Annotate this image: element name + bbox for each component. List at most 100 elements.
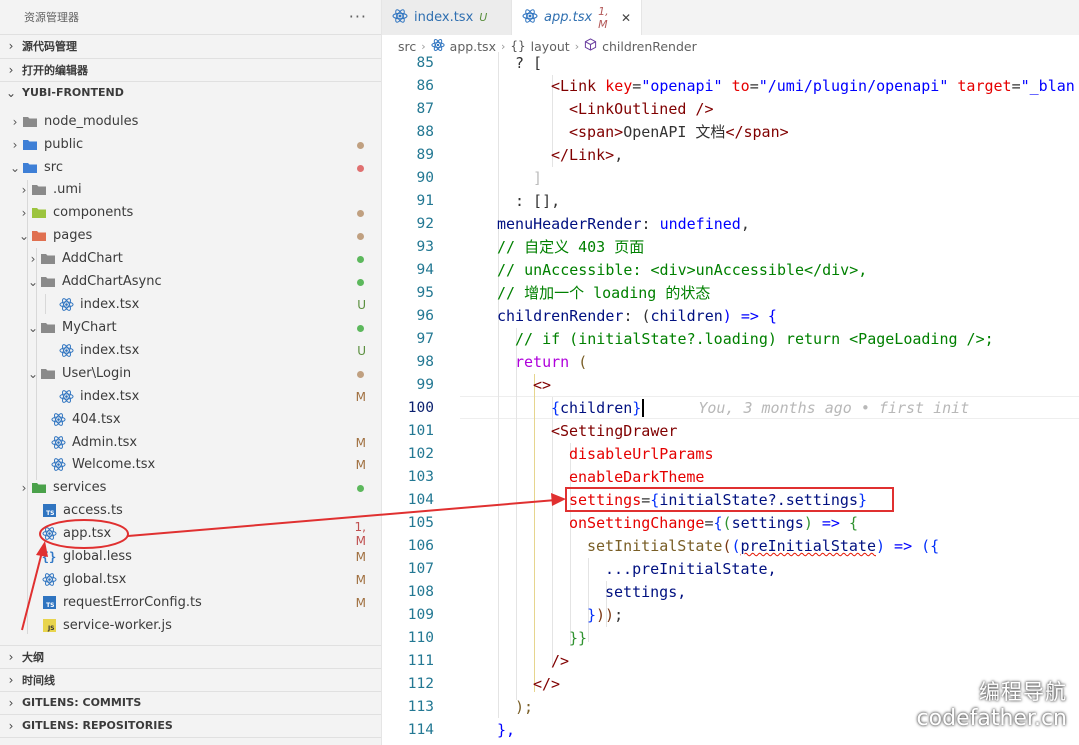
tree-item[interactable]: › node_modules [0,110,381,133]
chevron-down-icon: ⌄ [27,320,39,335]
line-number: 99 [416,377,434,393]
tree-item[interactable]: › AddChart [0,247,381,270]
line-number: 95 [416,285,434,301]
tab-index-tsx[interactable]: index.tsx U [382,0,512,35]
close-icon[interactable]: ✕ [621,11,631,25]
folder-icon [31,205,47,221]
chevron-down-icon: ⌄ [9,160,21,175]
react-icon [522,8,538,28]
tree-item[interactable]: ⌄ AddChartAsync [0,270,381,293]
line-number: 93 [416,239,434,255]
chevron-right-icon: › [500,39,506,53]
code-line: <SettingDrawer [551,422,678,440]
code-line: menuHeaderRender: undefined, [497,215,750,233]
tree-item-label: .umi [53,182,82,197]
tree-item[interactable]: {} global.less M [0,545,381,568]
folder-icon [40,366,56,382]
tree-item[interactable]: JS service-worker.js [0,614,381,637]
react-icon [41,526,57,542]
code-line: ] [533,169,543,187]
tree-item[interactable]: TS access.ts [0,499,381,522]
git-status: M [355,435,366,450]
tree-item[interactable]: › services [0,476,381,499]
tree-item[interactable]: index.tsx M [0,385,381,408]
git-status: M [355,572,366,587]
chevron-right-icon: › [421,39,426,53]
code-line: settings, [605,583,687,601]
explorer-title: 资源管理器 [24,10,79,24]
section-label: 打开的编辑器 [22,63,88,77]
code-line: ); [515,698,534,716]
tree-item[interactable]: › public [0,133,381,156]
line-number: 114 [407,722,434,738]
code-line: return ( [515,353,588,371]
react-icon [50,457,66,473]
annotation-box [565,487,894,512]
tab-badge: U [479,11,488,24]
section-project[interactable]: ⌄ YUBI-FRONTEND [0,81,381,103]
tree-item[interactable]: ⌄ src [0,156,381,179]
line-number: 102 [407,446,434,462]
more-actions-icon[interactable]: ··· [349,7,367,26]
tree-item[interactable]: Welcome.tsx M [0,453,381,476]
section-open-editors[interactable]: › 打开的编辑器 [0,58,381,80]
code-line: /> [551,652,570,670]
git-status-dot [344,367,381,381]
line-number: 97 [416,331,434,347]
line-number: 85 [416,55,434,71]
chevron-right-icon: › [12,114,18,129]
section-source-control[interactable]: › 源代码管理 [0,34,381,56]
tree-item[interactable]: index.tsx U [0,293,381,316]
tree-item-label: requestErrorConfig.ts [63,595,202,610]
chevron-down-icon: ⌄ [27,366,39,381]
code-line: // 增加一个 loading 的状态 [497,284,711,302]
tree-item[interactable]: › .umi [0,178,381,201]
code-line: setInitialState((preInitialState) => ({ [587,537,940,555]
code-editor[interactable]: ? [ <Link key="openapi" to="/umi/plugin/… [460,52,1079,745]
chevron-right-icon: › [21,480,27,495]
section-outline[interactable]: › 大纲 [0,645,381,667]
tree-item[interactable]: Admin.tsx M [0,431,381,454]
code-line: }, [497,721,516,739]
code-line: enableDarkTheme [569,468,705,486]
section-timeline[interactable]: › 时间线 [0,668,381,690]
code-line: {children} You, 3 months ago • first init [551,399,970,417]
tree-item[interactable]: app.tsx 1, M [0,520,381,548]
javascript-icon: JS [41,618,57,634]
line-number: 94 [416,262,434,278]
code-line: })); [587,606,624,624]
tree-item[interactable]: › components [0,201,381,224]
watermark-line1: 编程导航 [979,680,1067,704]
section-gitlens-commits[interactable]: › GITLENS: COMMITS [0,691,381,713]
tree-item[interactable]: ⌄ User\Login [0,362,381,385]
folder-icon [31,182,47,198]
folder-icon [22,137,38,153]
tree-item[interactable]: index.tsx U [0,339,381,362]
git-status: M [355,457,366,472]
chevron-down-icon: ⌄ [18,228,30,243]
folder-icon [40,320,56,336]
section-gitlens-repositories[interactable]: › GITLENS: REPOSITORIES [0,714,381,736]
git-status-dot [344,321,381,335]
line-number: 91 [416,193,434,209]
git-status-dot [344,161,381,175]
code-line: disableUrlParams [569,445,714,463]
line-number: 110 [407,630,434,646]
tree-item[interactable]: TS requestErrorConfig.ts M [0,591,381,614]
code-line: // if (initialState?.loading) return <Pa… [515,330,994,348]
indent-guide [534,374,535,692]
line-number: 87 [416,101,434,117]
line-number: 105 [407,515,434,531]
code-line: // 自定义 403 页面 [497,238,645,256]
section-gitlens-file-history[interactable] [0,737,381,745]
tree-item[interactable]: 404.tsx [0,408,381,431]
tree-item[interactable]: ⌄ MyChart [0,316,381,339]
line-number: 111 [407,653,434,669]
tree-item[interactable]: ⌄ pages [0,224,381,247]
line-number-gutter: 85 86 87 88 89 90 91 92 93 94 95 96 97 98 99 100 101 102 1… [382,52,452,745]
line-number: 109 [407,607,434,623]
tree-item[interactable]: global.tsx M [0,568,381,591]
braces-icon: {} [510,39,526,53]
tab-app-tsx[interactable]: app.tsx 1, M ✕ [512,0,642,35]
tree-item-label: MyChart [62,320,117,335]
